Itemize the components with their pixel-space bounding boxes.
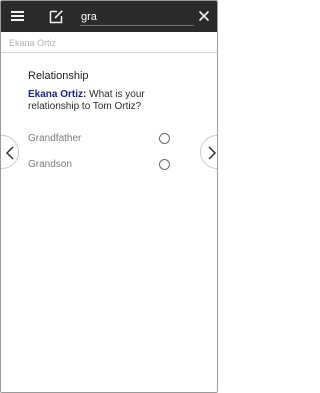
search-input[interactable] (81, 8, 181, 25)
next-button[interactable] (200, 135, 217, 169)
question-person-name: Ekana Ortiz: (28, 89, 87, 100)
search-underline (80, 25, 194, 26)
breadcrumb-bar: Ekana Ortiz (1, 32, 217, 53)
radio-button-grandfather[interactable] (159, 133, 170, 144)
option-grandson[interactable]: Grandson (28, 157, 188, 173)
close-icon[interactable] (198, 10, 210, 22)
option-label: Grandson (28, 159, 72, 170)
breadcrumb-person-name: Ekana Ortiz (9, 38, 57, 48)
edit-square-icon[interactable] (49, 9, 64, 24)
option-label: Grandfather (28, 133, 82, 144)
radio-button-grandson[interactable] (159, 159, 170, 170)
form-content: Relationship Ekana Ortiz: What is your r… (1, 53, 217, 391)
chevron-left-icon (5, 146, 14, 160)
chevron-right-icon (208, 146, 217, 160)
hamburger-menu-icon[interactable] (11, 11, 25, 22)
app-frame: Ekana Ortiz Relationship Ekana Ortiz: Wh… (0, 0, 218, 393)
section-title: Relationship (28, 70, 89, 82)
option-grandfather[interactable]: Grandfather (28, 131, 188, 147)
question-text: Ekana Ortiz: What is your relationship t… (28, 89, 188, 113)
top-toolbar (1, 1, 217, 32)
previous-button[interactable] (1, 135, 19, 169)
